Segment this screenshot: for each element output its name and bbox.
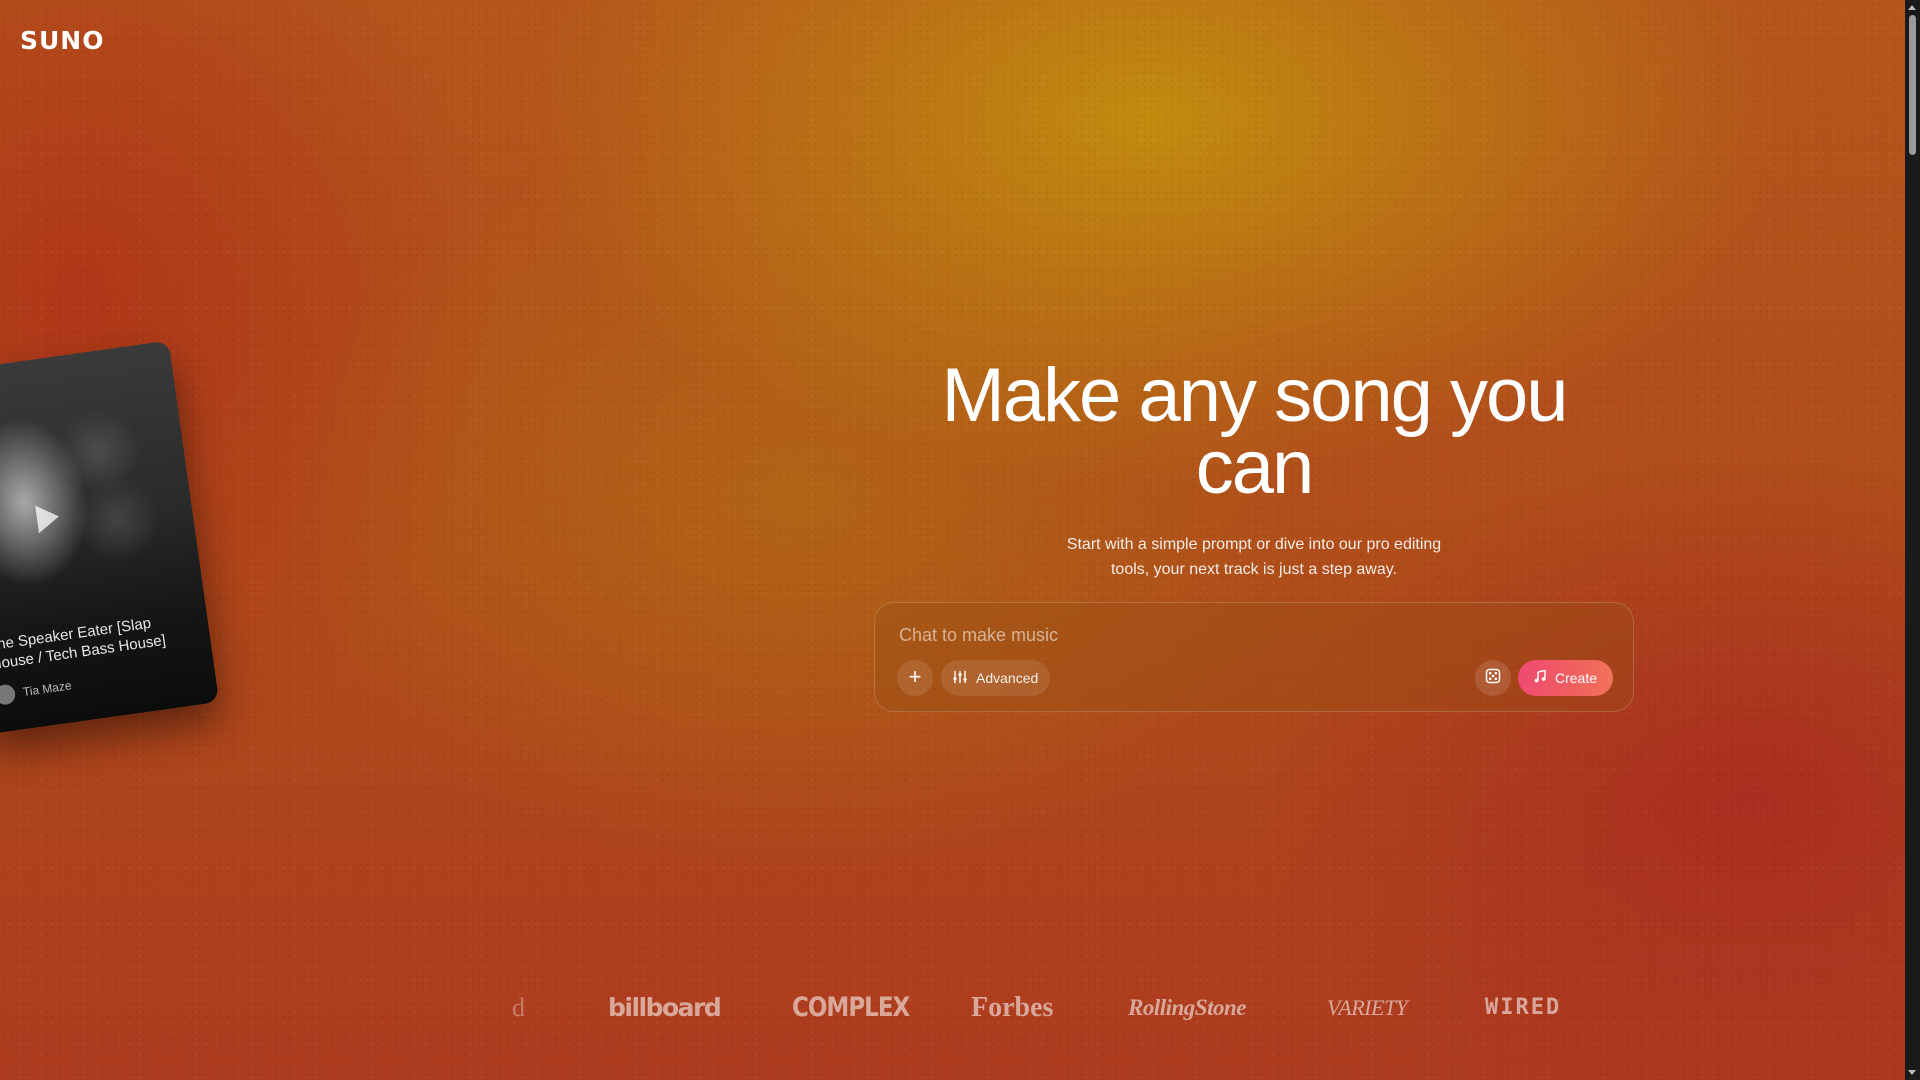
press-logo-variety: VARIETY [1327,995,1408,1020]
avatar [0,683,17,706]
press-logo-rolling-stone: RollingStone [1128,995,1246,1020]
scroll-up-arrow-icon[interactable] [1908,5,1916,10]
press-logo-complex: COMPLEX [792,993,910,1023]
create-label: Create [1554,670,1597,686]
hero: Make any song you can Start with a simpl… [874,353,1634,582]
press-logo-forbes: Forbes [971,992,1054,1023]
advanced-button[interactable]: Advanced [941,660,1051,696]
randomize-button[interactable] [1475,660,1511,696]
scroll-down-arrow-icon[interactable] [1908,1070,1916,1075]
sliders-icon [953,670,967,687]
featured-song-card[interactable]: The Speaker Eater [Slap House / Tech Bas… [0,340,220,735]
play-icon[interactable] [35,502,61,534]
scrollbar[interactable] [1905,0,1920,1080]
card-artist-name: Tia Maze [22,678,73,700]
add-button[interactable]: + [897,660,933,696]
dice-icon [1485,668,1501,689]
card-song-title: The Speaker Eater [Slap House / Tech Bas… [0,614,167,674]
scroll-thumb[interactable] [1909,15,1916,155]
press-logo-billboard: billboard [608,993,722,1022]
hero-subtext: Start with a simple prompt or dive into … [1066,536,1442,578]
music-note-icon [1534,669,1547,686]
press-logo-wired: WIRED [1485,995,1562,1020]
advanced-label: Advanced [976,670,1039,686]
press-logo-partial: d [512,993,525,1022]
prompt-input[interactable] [899,625,1499,646]
prompt-box: + Advanced [874,602,1634,712]
page-title: Make any song you can [941,353,1568,510]
press-logos: d billboard COMPLEX Forbes RollingStone … [0,990,1905,1030]
card-artist: Tia Maze [0,675,73,706]
suno-logo[interactable]: SUNO [20,26,104,55]
create-button[interactable]: Create [1517,660,1613,696]
